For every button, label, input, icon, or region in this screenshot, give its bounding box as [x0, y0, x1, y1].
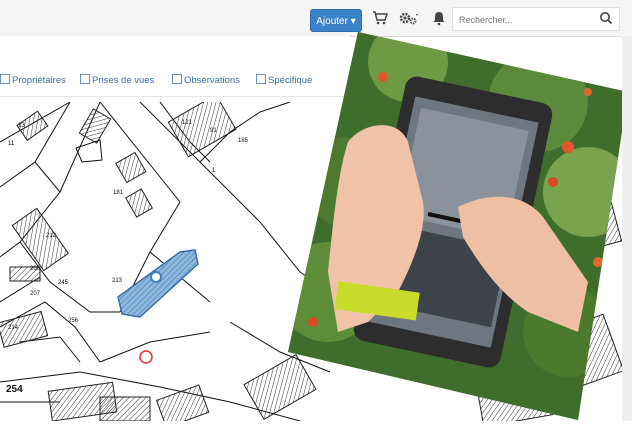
- add-button[interactable]: Ajouter ▾: [310, 9, 362, 32]
- tab-icon: [80, 74, 90, 84]
- svg-text:205: 205: [30, 266, 41, 272]
- location-marker[interactable]: [150, 271, 162, 283]
- svg-text:91: 91: [210, 128, 217, 134]
- svg-text:214: 214: [8, 325, 19, 331]
- svg-text:13: 13: [18, 123, 25, 129]
- tab-prises-de-vues[interactable]: Prises de vues: [80, 74, 154, 86]
- svg-text:185: 185: [238, 138, 249, 144]
- svg-text:11: 11: [8, 141, 15, 147]
- tab-label: Propriétaires: [12, 75, 66, 86]
- svg-text:213: 213: [112, 278, 123, 284]
- buildings: [0, 93, 317, 426]
- tab-proprietaires[interactable]: Propriétaires: [0, 74, 66, 86]
- bell-icon[interactable]: [432, 10, 446, 28]
- gears-icon[interactable]: [398, 10, 420, 28]
- svg-text:121: 121: [182, 120, 193, 126]
- parcel-label-254: 254: [6, 384, 23, 395]
- selected-parcel[interactable]: [117, 249, 199, 318]
- field-tablet-photo: [288, 32, 628, 420]
- svg-text:212: 212: [46, 233, 57, 239]
- tab-label: Observations: [184, 75, 240, 86]
- svg-text:245: 245: [58, 280, 69, 286]
- point-marker[interactable]: [139, 350, 153, 364]
- svg-text:1: 1: [212, 168, 216, 174]
- tab-label: Prises de vues: [92, 75, 155, 86]
- svg-text:207: 207: [30, 291, 41, 297]
- tab-icon: [0, 74, 10, 84]
- tab-icon: [172, 74, 182, 84]
- cart-icon[interactable]: [372, 10, 389, 28]
- search-box[interactable]: [452, 7, 620, 31]
- tab-observations[interactable]: Observations: [172, 74, 240, 86]
- svg-text:181: 181: [113, 190, 124, 196]
- search-input[interactable]: [457, 11, 591, 29]
- vertical-scrollbar[interactable]: [622, 36, 632, 421]
- svg-text:256: 256: [68, 318, 79, 324]
- search-icon[interactable]: [599, 11, 613, 30]
- symbol-shape: [75, 139, 103, 163]
- tab-icon: [256, 74, 266, 84]
